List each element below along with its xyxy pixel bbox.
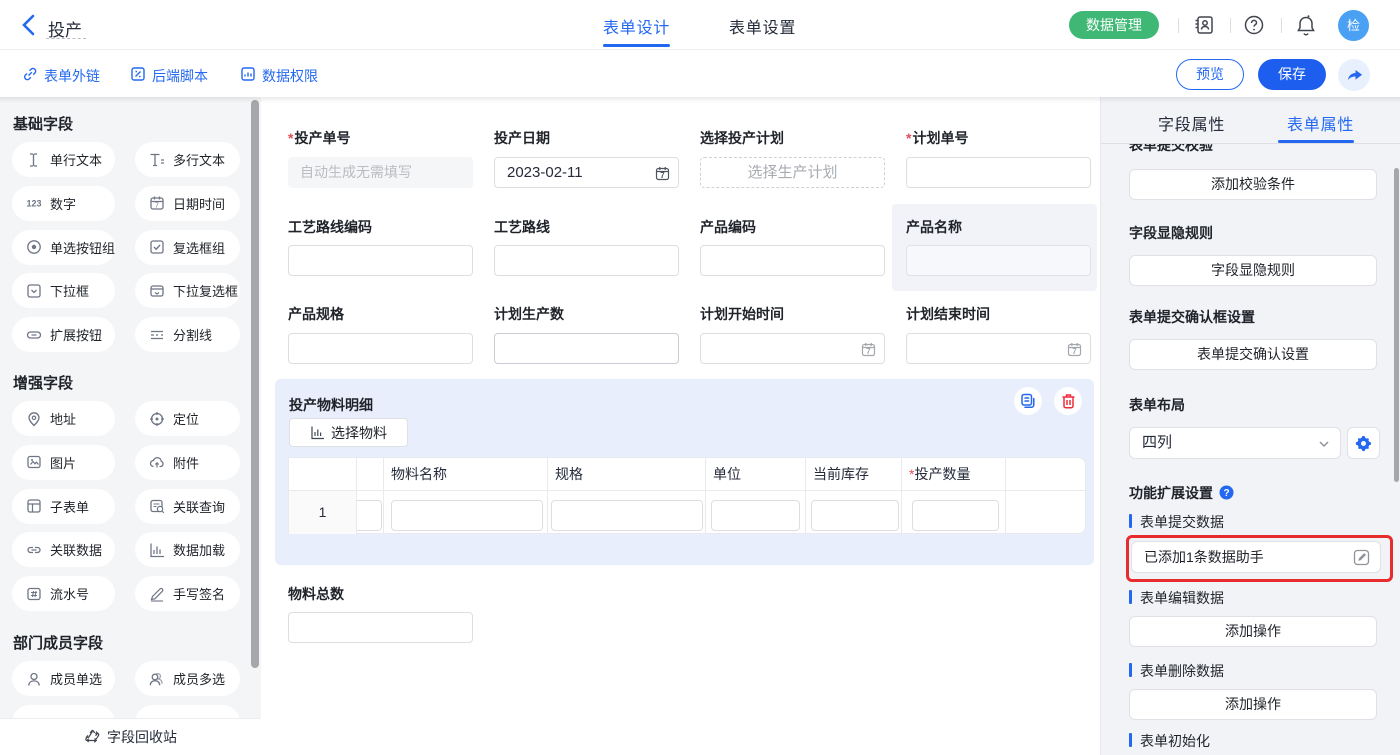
svg-text:7: 7 xyxy=(1072,347,1077,356)
svg-text:7: 7 xyxy=(660,171,665,180)
svg-text:123: 123 xyxy=(26,199,41,209)
svg-text:7: 7 xyxy=(155,203,159,210)
svg-text:7: 7 xyxy=(866,347,871,356)
svg-text:?: ? xyxy=(1223,488,1229,499)
